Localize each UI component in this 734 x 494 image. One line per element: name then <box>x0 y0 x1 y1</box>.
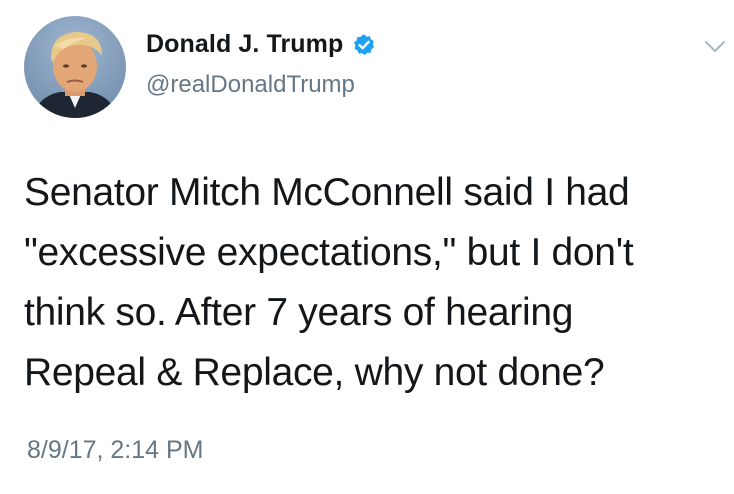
tweet-text-line: "excessive expectations," but I don't <box>24 231 634 274</box>
tweet-text: Senator Mitch McConnell said I had "exce… <box>24 163 714 403</box>
tweet-text-line: Repeal & Replace, why not done? <box>24 351 605 394</box>
tweet-text-line: think so. After 7 years of hearing <box>24 291 574 334</box>
author-handle[interactable]: @realDonaldTrump <box>146 71 355 99</box>
profile-avatar[interactable] <box>24 16 126 118</box>
tweet-text-line: Senator Mitch McConnell said I had <box>24 171 630 214</box>
tweet-timestamp[interactable]: 8/9/17, 2:14 PM <box>27 436 204 465</box>
avatar-portrait-icon <box>32 32 118 118</box>
tweet-card: Donald J. Trump @realDonaldTrump Senator… <box>0 0 734 494</box>
verified-badge-icon <box>352 33 376 57</box>
chevron-down-icon[interactable] <box>703 39 727 55</box>
author-name-row: Donald J. Trump <box>146 30 376 59</box>
author-display-name[interactable]: Donald J. Trump <box>146 30 343 59</box>
